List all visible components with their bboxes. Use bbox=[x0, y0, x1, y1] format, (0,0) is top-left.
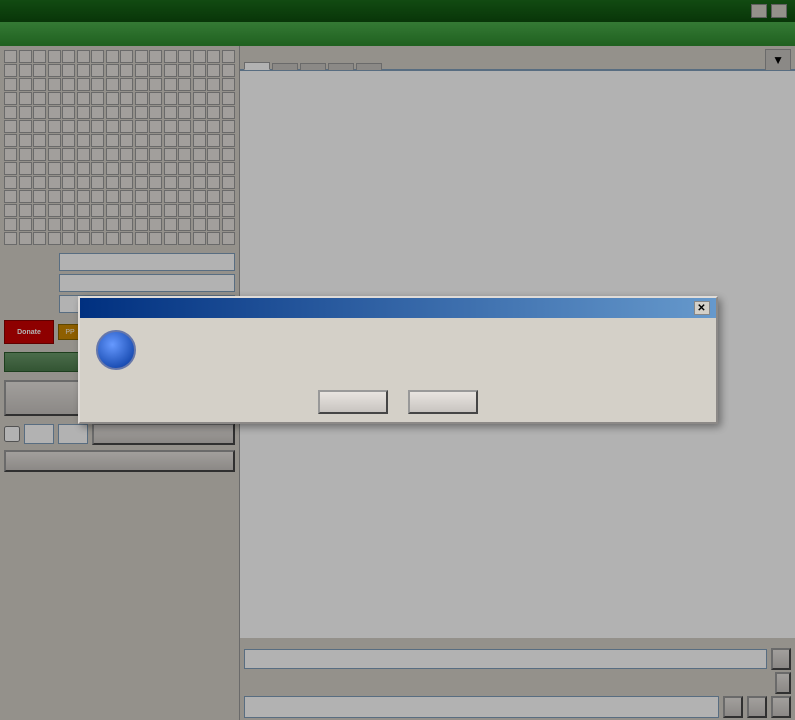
dialog-body bbox=[80, 318, 716, 382]
about-dialog: ✕ bbox=[78, 296, 718, 424]
dialog-buttons bbox=[80, 382, 716, 422]
dialog-overlay: ✕ bbox=[0, 0, 795, 720]
dialog-yes-button[interactable] bbox=[318, 390, 388, 414]
dialog-no-button[interactable] bbox=[408, 390, 478, 414]
dialog-info-icon bbox=[96, 330, 136, 370]
dialog-close-button[interactable]: ✕ bbox=[694, 301, 710, 315]
dialog-title-bar: ✕ bbox=[80, 298, 716, 318]
